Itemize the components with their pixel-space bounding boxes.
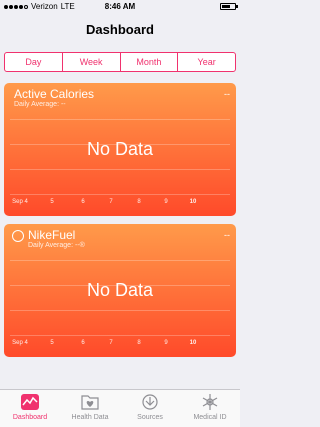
segment-week[interactable]: Week xyxy=(63,53,121,71)
battery-icon xyxy=(220,3,238,10)
tab-sources[interactable]: Sources xyxy=(120,390,180,427)
medical-id-icon xyxy=(202,394,218,410)
x-tick-label: 6 xyxy=(81,340,85,346)
tab-health-data[interactable]: Health Data xyxy=(60,390,120,427)
x-tick-label: 5 xyxy=(50,199,54,205)
segment-year[interactable]: Year xyxy=(178,53,235,71)
x-axis-labels: Sep 4 5 6 7 8 9 10 xyxy=(4,340,236,350)
card-subtitle: Daily Average: --® xyxy=(28,242,85,249)
card-subtitle: Daily Average: -- xyxy=(14,101,66,108)
segment-day[interactable]: Day xyxy=(5,53,63,71)
card-title: NikeFuel xyxy=(28,228,76,242)
nikefuel-icon xyxy=(12,230,24,242)
health-data-icon xyxy=(81,395,99,410)
page-title: Dashboard xyxy=(86,22,154,37)
x-tick-label: 8 xyxy=(137,340,141,346)
x-axis-labels: Sep 4 5 6 7 8 9 10 xyxy=(4,199,236,209)
tab-bar: Dashboard Health Data Sources Medical ID xyxy=(0,389,240,427)
sources-icon xyxy=(142,394,158,410)
card-value: -- xyxy=(224,230,230,240)
x-tick-label: 10 xyxy=(189,340,197,346)
tab-label: Dashboard xyxy=(12,414,48,421)
x-tick-label: 9 xyxy=(164,199,168,205)
segment-month[interactable]: Month xyxy=(121,53,179,71)
x-tick-label: 7 xyxy=(109,340,113,346)
x-tick-label: Sep 4 xyxy=(12,199,28,205)
nikefuel-card[interactable]: NikeFuel Daily Average: --® -- No Data S… xyxy=(4,224,236,357)
card-value: -- xyxy=(224,89,230,99)
status-bar: Verizon LTE 8:46 AM xyxy=(0,0,240,14)
x-tick-label: 6 xyxy=(81,199,85,205)
tab-dashboard[interactable]: Dashboard xyxy=(0,390,60,427)
tab-label: Health Data xyxy=(71,414,109,421)
tab-medical-id[interactable]: Medical ID xyxy=(180,390,240,427)
x-tick-label: 5 xyxy=(50,340,54,346)
tab-label: Medical ID xyxy=(193,414,227,421)
active-calories-card[interactable]: Active Calories Daily Average: -- -- No … xyxy=(4,83,236,216)
dashboard-icon xyxy=(21,394,39,410)
x-tick-label: 9 xyxy=(164,340,168,346)
status-time: 8:46 AM xyxy=(104,2,136,11)
tab-label: Sources xyxy=(137,414,163,421)
no-data-label: No Data xyxy=(86,139,154,159)
x-tick-label: 10 xyxy=(189,199,197,205)
x-tick-label: 7 xyxy=(109,199,113,205)
no-data-label: No Data xyxy=(86,280,154,300)
x-tick-label: Sep 4 xyxy=(12,340,28,346)
time-range-segmented-control: Day Week Month Year xyxy=(4,52,236,72)
card-title: Active Calories xyxy=(14,87,95,101)
x-tick-label: 8 xyxy=(137,199,141,205)
